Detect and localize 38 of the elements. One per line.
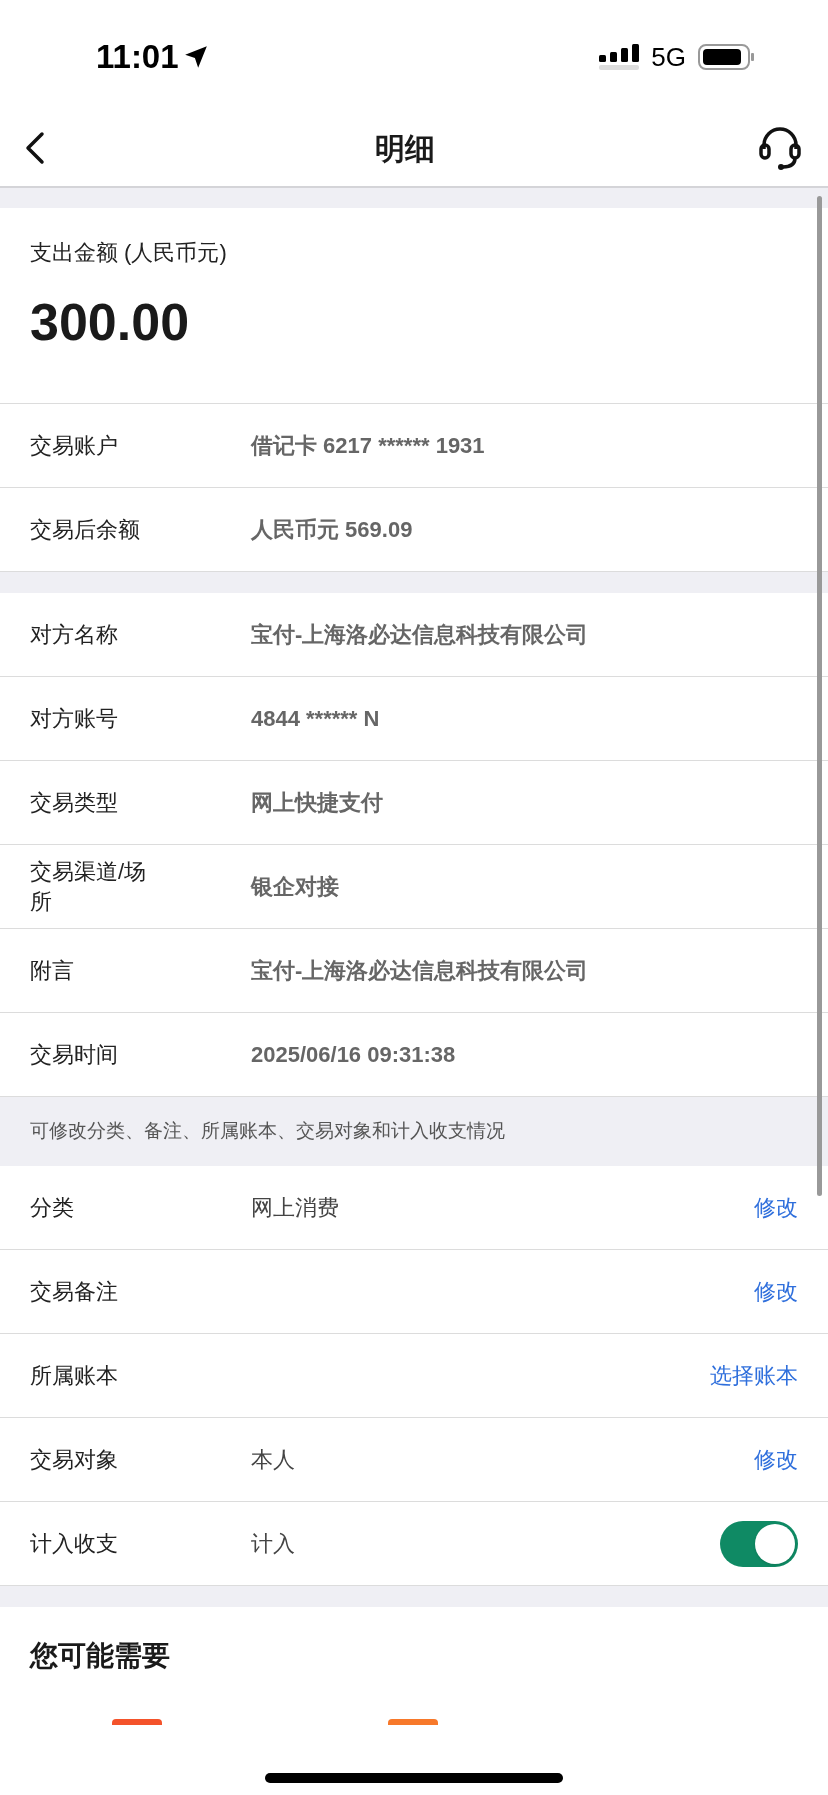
row-value: 本人 — [251, 1446, 295, 1474]
page-title: 明细 — [375, 130, 435, 167]
row-label: 对方名称 — [30, 620, 119, 649]
row-label: 交易渠道/场所 — [30, 857, 148, 916]
row-value: 宝付-上海洛必达信息科技有限公司 — [251, 957, 589, 985]
row-value: 网上快捷支付 — [251, 789, 383, 817]
edit-link[interactable]: 修改 — [754, 1275, 798, 1308]
row-label: 交易后余额 — [30, 515, 141, 544]
row-value: 宝付-上海洛必达信息科技有限公司 — [251, 621, 589, 649]
row-value: 银企对接 — [251, 873, 339, 901]
edit-link[interactable]: 修改 — [754, 1443, 798, 1476]
headset-icon[interactable] — [756, 124, 804, 172]
section-title: 您可能需要 — [30, 1639, 171, 1673]
row-value: 2025/06/16 09:31:38 — [251, 1041, 456, 1069]
edit-link[interactable]: 选择账本 — [710, 1359, 798, 1392]
row-value: 计入 — [251, 1530, 295, 1558]
row-label: 对方账号 — [30, 704, 119, 733]
row-label: 交易对象 — [30, 1445, 119, 1474]
row-label: 计入收支 — [30, 1529, 119, 1558]
row-label: 所属账本 — [30, 1361, 119, 1390]
status-time: 11:01 — [96, 37, 179, 78]
row-value: 4844 ****** N — [251, 705, 380, 733]
row-label: 交易时间 — [30, 1040, 119, 1069]
row-value: 借记卡 6217 ****** 1931 — [251, 432, 485, 460]
edit-link[interactable]: 修改 — [754, 1191, 798, 1224]
edit-hint: 可修改分类、备注、所属账本、交易对象和计入收支情况 — [30, 1119, 505, 1144]
amount-label: 支出金额 (人民币元) — [30, 239, 228, 267]
row-label: 交易备注 — [30, 1277, 119, 1306]
row-value: 人民币元 569.09 — [251, 516, 413, 544]
row-label: 附言 — [30, 956, 75, 985]
amount-value: 300.00 — [30, 292, 191, 353]
row-label: 交易类型 — [30, 788, 119, 817]
battery-icon — [698, 43, 756, 71]
row-label: 交易账户 — [30, 431, 119, 460]
row-label: 分类 — [30, 1193, 75, 1222]
row-value: 网上消费 — [251, 1194, 339, 1222]
network-label: 5G — [651, 40, 686, 74]
include-toggle[interactable] — [720, 1520, 798, 1567]
